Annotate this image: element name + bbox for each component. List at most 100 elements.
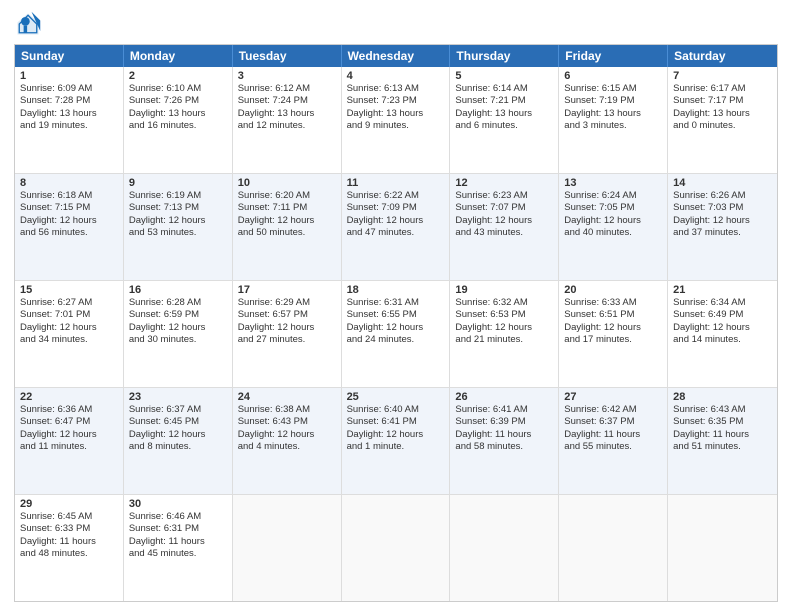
- calendar-cell-3-6: 28Sunrise: 6:43 AMSunset: 6:35 PMDayligh…: [668, 388, 777, 494]
- cell-line: Sunset: 7:21 PM: [455, 95, 553, 107]
- cell-line: Daylight: 12 hours: [238, 322, 336, 334]
- cell-line: and 53 minutes.: [129, 227, 227, 239]
- cell-line: and 9 minutes.: [347, 120, 445, 132]
- cell-line: Sunset: 7:23 PM: [347, 95, 445, 107]
- cell-line: Sunrise: 6:10 AM: [129, 83, 227, 95]
- calendar: SundayMondayTuesdayWednesdayThursdayFrid…: [14, 44, 778, 602]
- cell-line: Sunset: 6:47 PM: [20, 416, 118, 428]
- header-cell-thursday: Thursday: [450, 45, 559, 67]
- day-number: 17: [238, 284, 336, 296]
- cell-line: Sunrise: 6:24 AM: [564, 190, 662, 202]
- cell-line: Daylight: 11 hours: [455, 429, 553, 441]
- cell-line: and 51 minutes.: [673, 441, 772, 453]
- cell-line: Daylight: 12 hours: [673, 215, 772, 227]
- calendar-cell-4-3: [342, 495, 451, 601]
- day-number: 24: [238, 391, 336, 403]
- calendar-cell-2-6: 21Sunrise: 6:34 AMSunset: 6:49 PMDayligh…: [668, 281, 777, 387]
- cell-line: and 27 minutes.: [238, 334, 336, 346]
- calendar-cell-1-6: 14Sunrise: 6:26 AMSunset: 7:03 PMDayligh…: [668, 174, 777, 280]
- header-cell-sunday: Sunday: [15, 45, 124, 67]
- cell-line: Daylight: 12 hours: [129, 322, 227, 334]
- cell-line: Daylight: 12 hours: [347, 322, 445, 334]
- cell-line: Daylight: 11 hours: [673, 429, 772, 441]
- day-number: 19: [455, 284, 553, 296]
- cell-line: Sunrise: 6:18 AM: [20, 190, 118, 202]
- cell-line: Sunrise: 6:13 AM: [347, 83, 445, 95]
- cell-line: and 43 minutes.: [455, 227, 553, 239]
- cell-line: Daylight: 12 hours: [564, 215, 662, 227]
- cell-line: Sunset: 6:37 PM: [564, 416, 662, 428]
- header-cell-saturday: Saturday: [668, 45, 777, 67]
- cell-line: and 47 minutes.: [347, 227, 445, 239]
- calendar-cell-0-4: 5Sunrise: 6:14 AMSunset: 7:21 PMDaylight…: [450, 67, 559, 173]
- cell-line: Daylight: 12 hours: [129, 215, 227, 227]
- cell-line: Sunrise: 6:28 AM: [129, 297, 227, 309]
- cell-line: Sunset: 7:05 PM: [564, 202, 662, 214]
- cell-line: Daylight: 12 hours: [20, 429, 118, 441]
- cell-line: Sunrise: 6:45 AM: [20, 511, 118, 523]
- cell-line: Sunrise: 6:33 AM: [564, 297, 662, 309]
- cell-line: Sunset: 7:19 PM: [564, 95, 662, 107]
- calendar-cell-3-1: 23Sunrise: 6:37 AMSunset: 6:45 PMDayligh…: [124, 388, 233, 494]
- day-number: 28: [673, 391, 772, 403]
- calendar-cell-2-2: 17Sunrise: 6:29 AMSunset: 6:57 PMDayligh…: [233, 281, 342, 387]
- page: SundayMondayTuesdayWednesdayThursdayFrid…: [0, 0, 792, 612]
- cell-line: Sunrise: 6:19 AM: [129, 190, 227, 202]
- cell-line: Daylight: 13 hours: [129, 108, 227, 120]
- header-cell-monday: Monday: [124, 45, 233, 67]
- cell-line: Daylight: 12 hours: [20, 215, 118, 227]
- calendar-cell-1-4: 12Sunrise: 6:23 AMSunset: 7:07 PMDayligh…: [450, 174, 559, 280]
- cell-line: Daylight: 11 hours: [564, 429, 662, 441]
- cell-line: and 56 minutes.: [20, 227, 118, 239]
- calendar-cell-4-5: [559, 495, 668, 601]
- calendar-cell-3-2: 24Sunrise: 6:38 AMSunset: 6:43 PMDayligh…: [233, 388, 342, 494]
- calendar-cell-4-6: [668, 495, 777, 601]
- cell-line: and 8 minutes.: [129, 441, 227, 453]
- cell-line: and 6 minutes.: [455, 120, 553, 132]
- cell-line: Daylight: 13 hours: [20, 108, 118, 120]
- calendar-cell-0-6: 7Sunrise: 6:17 AMSunset: 7:17 PMDaylight…: [668, 67, 777, 173]
- cell-line: Sunset: 7:26 PM: [129, 95, 227, 107]
- calendar-row-3: 22Sunrise: 6:36 AMSunset: 6:47 PMDayligh…: [15, 387, 777, 494]
- calendar-cell-4-0: 29Sunrise: 6:45 AMSunset: 6:33 PMDayligh…: [15, 495, 124, 601]
- cell-line: Sunrise: 6:20 AM: [238, 190, 336, 202]
- cell-line: Sunrise: 6:38 AM: [238, 404, 336, 416]
- day-number: 10: [238, 177, 336, 189]
- calendar-cell-2-1: 16Sunrise: 6:28 AMSunset: 6:59 PMDayligh…: [124, 281, 233, 387]
- calendar-cell-3-4: 26Sunrise: 6:41 AMSunset: 6:39 PMDayligh…: [450, 388, 559, 494]
- cell-line: Daylight: 12 hours: [20, 322, 118, 334]
- cell-line: and 1 minute.: [347, 441, 445, 453]
- header-cell-tuesday: Tuesday: [233, 45, 342, 67]
- day-number: 20: [564, 284, 662, 296]
- cell-line: Sunrise: 6:32 AM: [455, 297, 553, 309]
- calendar-body: 1Sunrise: 6:09 AMSunset: 7:28 PMDaylight…: [15, 67, 777, 601]
- cell-line: Daylight: 12 hours: [347, 215, 445, 227]
- cell-line: Daylight: 12 hours: [455, 322, 553, 334]
- cell-line: Sunrise: 6:14 AM: [455, 83, 553, 95]
- day-number: 11: [347, 177, 445, 189]
- day-number: 27: [564, 391, 662, 403]
- cell-line: Sunset: 6:57 PM: [238, 309, 336, 321]
- cell-line: Daylight: 12 hours: [455, 215, 553, 227]
- cell-line: Sunrise: 6:23 AM: [455, 190, 553, 202]
- logo: [14, 10, 46, 38]
- cell-line: Daylight: 12 hours: [129, 429, 227, 441]
- cell-line: Sunset: 6:39 PM: [455, 416, 553, 428]
- calendar-cell-3-3: 25Sunrise: 6:40 AMSunset: 6:41 PMDayligh…: [342, 388, 451, 494]
- cell-line: and 34 minutes.: [20, 334, 118, 346]
- cell-line: Sunrise: 6:17 AM: [673, 83, 772, 95]
- calendar-cell-1-2: 10Sunrise: 6:20 AMSunset: 7:11 PMDayligh…: [233, 174, 342, 280]
- cell-line: Sunrise: 6:41 AM: [455, 404, 553, 416]
- day-number: 5: [455, 70, 553, 82]
- cell-line: Sunset: 6:35 PM: [673, 416, 772, 428]
- calendar-cell-0-0: 1Sunrise: 6:09 AMSunset: 7:28 PMDaylight…: [15, 67, 124, 173]
- cell-line: and 19 minutes.: [20, 120, 118, 132]
- cell-line: and 24 minutes.: [347, 334, 445, 346]
- cell-line: Sunset: 7:01 PM: [20, 309, 118, 321]
- cell-line: and 45 minutes.: [129, 548, 227, 560]
- calendar-cell-1-0: 8Sunrise: 6:18 AMSunset: 7:15 PMDaylight…: [15, 174, 124, 280]
- calendar-cell-4-1: 30Sunrise: 6:46 AMSunset: 6:31 PMDayligh…: [124, 495, 233, 601]
- cell-line: Sunset: 6:59 PM: [129, 309, 227, 321]
- cell-line: and 3 minutes.: [564, 120, 662, 132]
- day-number: 4: [347, 70, 445, 82]
